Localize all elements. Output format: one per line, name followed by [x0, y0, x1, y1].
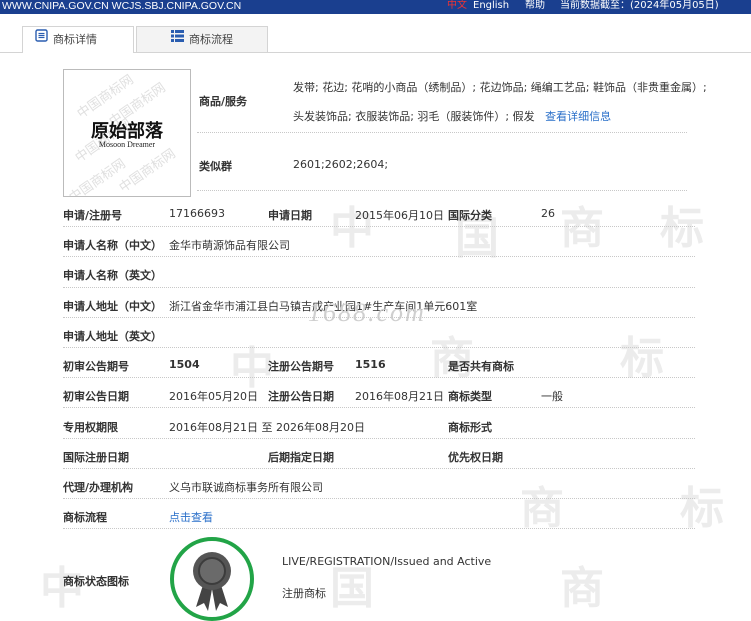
reg-pub-date-label: 注册公告日期: [268, 390, 334, 403]
view-details-link[interactable]: 查看详细信息: [545, 110, 611, 123]
lang-english-link[interactable]: English: [473, 0, 509, 12]
applicant-en-label: 申请人名称（英文）: [63, 269, 162, 282]
background-watermark: 商: [560, 563, 604, 614]
intl-reg-date-label: 国际注册日期: [63, 451, 129, 464]
address-cn-label: 申请人地址（中文）: [63, 300, 162, 313]
data-date-note: 当前数据截至：(2024年05月05日): [560, 0, 719, 11]
term-value: 2016年08月21日 至 2026年08月20日: [169, 421, 365, 434]
tm-type-value: 一般: [541, 390, 563, 403]
tab-bar: 商标详情 商标流程: [0, 22, 751, 53]
tab-trademark-details[interactable]: 商标详情: [22, 26, 134, 53]
status-text-cn: 注册商标: [282, 587, 326, 600]
reg-pub-no-value: 1516: [355, 358, 386, 371]
prelim-no-value: 1504: [169, 358, 200, 371]
top-bar: WWW.CNIPA.GOV.CN WCJS.SBJ.CNIPA.GOV.CN 中…: [0, 0, 751, 14]
applicant-cn-label: 申请人名称（中文）: [63, 239, 162, 252]
site-url: WWW.CNIPA.GOV.CN WCJS.SBJ.CNIPA.GOV.CN: [2, 0, 242, 12]
priority-date-label: 优先权日期: [448, 451, 503, 464]
divider: [63, 468, 695, 469]
divider: [63, 438, 695, 439]
registered-status-badge-icon: [170, 537, 254, 621]
divider: [63, 377, 695, 378]
goods-list-text: 头发装饰品; 衣服装饰品; 羽毛（服装饰件）; 假发: [293, 110, 535, 123]
intl-class-label: 国际分类: [448, 209, 492, 222]
logo-text-en: Mosoon Dreamer: [98, 140, 156, 149]
tab-label: 商标详情: [53, 33, 97, 46]
reg-pub-no-label: 注册公告期号: [268, 360, 334, 373]
intl-class-value: 26: [541, 207, 555, 220]
divider: [197, 190, 687, 191]
prelim-date-label: 初审公告日期: [63, 390, 129, 403]
app-date-label: 申请日期: [268, 209, 312, 222]
divider: [63, 287, 695, 288]
view-process-link[interactable]: 点击查看: [169, 509, 213, 525]
reg-no-value: 17166693: [169, 207, 225, 220]
shared-label: 是否共有商标: [448, 360, 514, 373]
goods-label: 商品/服务: [199, 95, 248, 108]
applicant-cn-value: 金华市萌源饰品有限公司: [169, 239, 290, 252]
trademark-image: 中国商标网 中国商标网 中国商标网 中国商标网 中国商标网 原始部落 Mosoo…: [63, 69, 191, 197]
divider: [63, 256, 695, 257]
divider: [63, 347, 695, 348]
award-seal-icon: [193, 552, 231, 611]
divider: [63, 226, 695, 227]
site-watermark: 1688.com: [308, 298, 426, 327]
goods-list-line-1: 发带; 花边; 花哨的小商品（绣制品）; 花边饰品; 绳编工艺品; 鞋饰品（非贵…: [293, 81, 707, 94]
divider: [63, 407, 695, 408]
similar-group-label: 类似群: [199, 160, 232, 173]
agent-label: 代理/办理机构: [63, 481, 134, 494]
divider: [63, 498, 695, 499]
divider: [63, 528, 695, 529]
background-watermark: 商: [520, 483, 564, 534]
status-text-en: LIVE/REGISTRATION/Issued and Active: [282, 555, 492, 568]
agent-value: 义乌市联诚商标事务所有限公司: [169, 481, 323, 494]
background-watermark: 标: [660, 203, 704, 254]
app-date-value: 2015年06月10日: [355, 209, 444, 222]
address-en-label: 申请人地址（英文）: [63, 330, 162, 343]
divider: [63, 317, 695, 318]
background-watermark: 商: [560, 203, 604, 254]
reg-pub-date-value: 2016年08月21日: [355, 390, 444, 403]
tab-label: 商标流程: [189, 33, 233, 46]
logo-watermark: 中国商标网: [66, 156, 129, 197]
document-icon: [35, 26, 48, 52]
similar-group-value: 2601;2602;2604;: [293, 158, 389, 171]
background-watermark: 标: [680, 483, 724, 534]
term-label: 专用权期限: [63, 421, 118, 434]
process-label: 商标流程: [63, 511, 107, 524]
goods-list-line-2: 头发装饰品; 衣服装饰品; 羽毛（服装饰件）; 假发 查看详细信息: [293, 108, 693, 124]
list-icon: [171, 26, 184, 52]
prelim-date-value: 2016年05月20日: [169, 390, 258, 403]
divider: [197, 132, 687, 133]
status-icon-label: 商标状态图标: [63, 575, 129, 588]
prelim-no-label: 初审公告期号: [63, 360, 129, 373]
help-link[interactable]: 帮助: [525, 0, 545, 12]
tm-form-label: 商标形式: [448, 421, 492, 434]
later-date-label: 后期指定日期: [268, 451, 334, 464]
lang-chinese-link[interactable]: 中文: [447, 0, 467, 12]
tab-trademark-process[interactable]: 商标流程: [136, 26, 268, 52]
reg-no-label: 申请/注册号: [63, 209, 123, 222]
background-watermark: 中: [330, 203, 374, 254]
tm-type-label: 商标类型: [448, 390, 492, 403]
